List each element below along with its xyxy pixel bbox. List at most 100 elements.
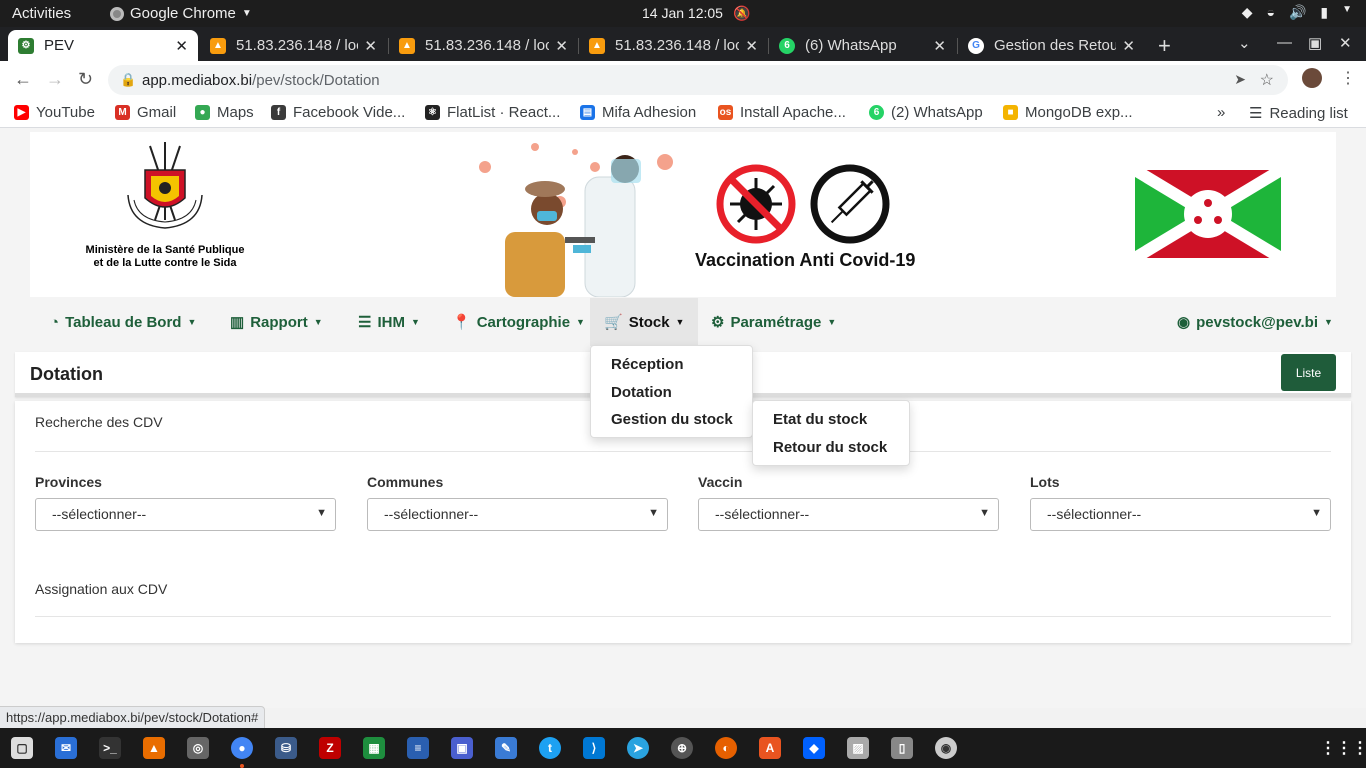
minimize-icon[interactable]: — (1277, 34, 1292, 51)
facebook-icon: f (271, 105, 286, 120)
map-marker-icon: 📍 (452, 314, 471, 331)
text-editor-icon[interactable]: ✎ (495, 737, 517, 759)
screenshot-icon[interactable]: ▣ (451, 737, 473, 759)
chevron-down-icon: ▼ (316, 507, 327, 519)
telegram-icon[interactable]: ➤ (627, 737, 649, 759)
nav-cartographie[interactable]: 📍 Cartographie ▼ (452, 298, 585, 346)
forward-arrow-icon[interactable]: → (46, 69, 64, 90)
bookmark-label: Facebook Vide... (293, 104, 406, 121)
files-icon[interactable]: ▢ (11, 737, 33, 759)
tab-phpmyadmin-1[interactable]: ▲ 51.83.236.148 / loc ✕ (200, 30, 387, 61)
terminal-icon[interactable]: >_ (99, 737, 121, 759)
software-center-icon[interactable]: A (759, 737, 781, 759)
twitter-icon[interactable]: t (539, 737, 561, 759)
tab-phpmyadmin-3[interactable]: ▲ 51.83.236.148 / loc ✕ (579, 30, 768, 61)
dropbox-icon[interactable]: ◆ (803, 737, 825, 759)
close-icon[interactable]: ✕ (745, 37, 758, 55)
menu-item-reception[interactable]: Réception (611, 356, 684, 373)
bookmark-facebook[interactable]: f Facebook Vide... (271, 104, 405, 121)
list-button[interactable]: Liste (1281, 354, 1336, 391)
window-close-icon[interactable]: ✕ (1339, 34, 1352, 52)
nav-stock[interactable]: 🛒 Stock ▼ (590, 298, 699, 346)
bookmark-apache[interactable]: os Install Apache... (718, 104, 846, 121)
app-grid-icon[interactable]: ⋮⋮⋮ (1320, 737, 1366, 759)
system-tray[interactable]: ◆ ◒ 🔊 ▮ ▼ (1242, 4, 1352, 21)
volume-icon: 🔊 (1288, 4, 1307, 20)
bookmark-gmail[interactable]: M Gmail (115, 104, 176, 121)
close-icon[interactable]: ✕ (555, 37, 568, 55)
url-omnibox[interactable]: 🔒 app.mediabox.bi/pev/stock/Dotation ➤ ☆ (108, 65, 1288, 95)
close-icon[interactable]: ✕ (933, 37, 946, 55)
nav-parametrage[interactable]: ⚙ Paramétrage ▼ (711, 298, 836, 346)
bookmark-youtube[interactable]: ▶ YouTube (14, 104, 95, 121)
bookmark-maps[interactable]: ● Maps (195, 104, 254, 121)
bookmark-flatlist[interactable]: ⚛ FlatList · React... (425, 104, 560, 121)
send-icon[interactable]: ➤ (1234, 71, 1246, 88)
more-bookmarks-icon[interactable]: » (1217, 104, 1225, 121)
select-value: --sélectionner-- (52, 506, 147, 522)
maximize-icon[interactable]: ▣ (1308, 34, 1322, 52)
more-menu-icon[interactable]: ⋮ (1340, 68, 1356, 88)
gestion-stock-submenu: Etat du stock Retour du stock (752, 400, 910, 466)
shopping-cart-icon: 🛒 (604, 314, 623, 331)
nav-ihm[interactable]: ☰ IHM ▼ (358, 298, 420, 346)
ministry-line-2: et de la Lutte contre le Sida (93, 257, 237, 269)
bookmark-mifa[interactable]: ▤ Mifa Adhesion (580, 104, 696, 121)
nav-report[interactable]: ▥ Rapport ▼ (230, 298, 323, 346)
nav-user-menu[interactable]: ◉ pevstock@pev.bi ▼ (1177, 298, 1333, 346)
close-icon[interactable]: ✕ (364, 37, 377, 55)
nav-dashboard[interactable]: ◔ Tableau de Bord ▼ (50, 298, 196, 346)
thunderbird-icon[interactable]: ✉ (55, 737, 77, 759)
assign-section-title: Assignation aux CDV (35, 581, 168, 597)
provinces-select[interactable]: --sélectionner-- ▼ (35, 498, 336, 531)
clock[interactable]: 14 Jan 12:05 🔕 (642, 5, 750, 22)
filezilla-icon[interactable]: Z (319, 737, 341, 759)
menu-item-etat-stock[interactable]: Etat du stock (773, 411, 867, 428)
tab-gestion-retour[interactable]: G Gestion des Retou ✕ (958, 30, 1145, 61)
bar-chart-icon: ▥ (230, 314, 245, 331)
nav-label: Rapport (250, 313, 308, 331)
phpmyadmin-icon: ▲ (399, 37, 415, 54)
document-icon: ▤ (580, 105, 595, 120)
menu-item-dotation[interactable]: Dotation (611, 384, 672, 401)
disk-icon[interactable]: ◉ (935, 737, 957, 759)
settings-icon[interactable]: ◎ (187, 737, 209, 759)
bookmark-whatsapp[interactable]: 6 (2) WhatsApp (869, 104, 983, 121)
postman-icon[interactable]: ⊕ (671, 737, 693, 759)
reload-icon[interactable]: ↻ (78, 69, 93, 90)
bookmark-mongodb[interactable]: ■ MongoDB exp... (1003, 104, 1133, 121)
bookmark-label: MongoDB exp... (1025, 104, 1133, 121)
vaccin-select[interactable]: --sélectionner-- ▼ (698, 498, 999, 531)
activities-button[interactable]: Activities (12, 5, 71, 22)
menu-item-gestion-stock[interactable]: Gestion du stock (611, 411, 733, 428)
divider (35, 616, 1331, 617)
lots-select[interactable]: --sélectionner-- ▼ (1030, 498, 1331, 531)
firefox-icon[interactable]: ◐ (715, 737, 737, 759)
mysql-workbench-icon[interactable]: ⛁ (275, 737, 297, 759)
star-icon[interactable]: ☆ (1260, 70, 1274, 90)
taskbar-dock: ▢ ✉ >_ ▲ ◎ ● ⛁ Z ▦ ≡ ▣ ✎ t ⟩ ➤ ⊕ ◐ A ◆ ▨… (0, 728, 1366, 768)
menu-item-retour-stock[interactable]: Retour du stock (773, 439, 887, 456)
tab-phpmyadmin-2[interactable]: ▲ 51.83.236.148 / loc ✕ (389, 30, 578, 61)
tab-search-chevron-icon[interactable]: ⌄ (1238, 34, 1251, 52)
back-arrow-icon[interactable]: ← (14, 69, 32, 90)
caret-down-icon: ▼ (675, 317, 685, 327)
profile-avatar[interactable] (1302, 68, 1322, 88)
app-menu[interactable]: Google Chrome ▼ (110, 5, 252, 22)
vlc-icon[interactable]: ▲ (143, 737, 165, 759)
tab-whatsapp[interactable]: 6 (6) WhatsApp ✕ (769, 30, 956, 61)
whatsapp-icon: 6 (779, 37, 795, 54)
reading-list-button[interactable]: ☰ Reading list (1249, 104, 1348, 123)
communes-select[interactable]: --sélectionner-- ▼ (367, 498, 668, 531)
image-viewer-icon[interactable]: ▨ (847, 737, 869, 759)
close-icon[interactable]: ✕ (175, 37, 188, 55)
chrome-icon[interactable]: ● (231, 737, 253, 759)
vscode-icon[interactable]: ⟩ (583, 737, 605, 759)
trash-icon[interactable]: ▯ (891, 737, 913, 759)
close-icon[interactable]: ✕ (1122, 37, 1135, 55)
writer-icon[interactable]: ≡ (407, 737, 429, 759)
new-tab-plus-icon[interactable]: + (1158, 33, 1171, 59)
clock-text: 14 Jan 12:05 (642, 5, 723, 21)
tab-pev[interactable]: ⚙ PEV ✕ (8, 30, 198, 61)
spreadsheet-icon[interactable]: ▦ (363, 737, 385, 759)
